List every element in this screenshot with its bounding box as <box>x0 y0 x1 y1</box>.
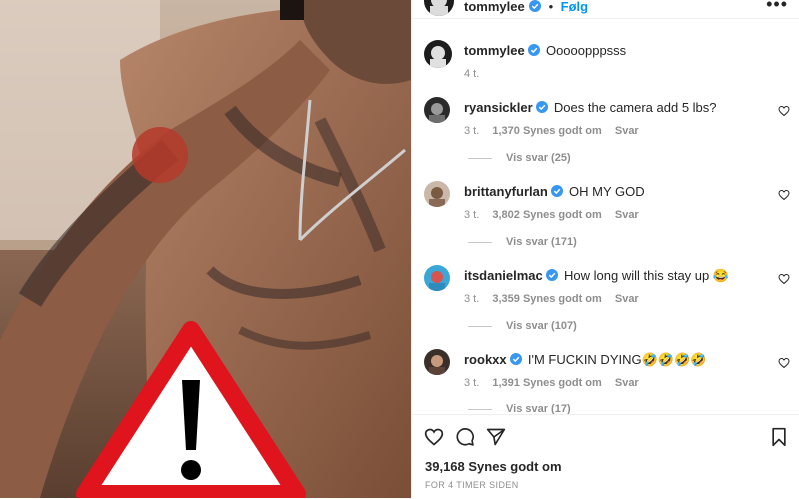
comment-text: Does the camera add 5 lbs? <box>553 100 717 115</box>
post-timestamp[interactable]: FOR 4 TIMER SIDEN <box>425 480 519 490</box>
comment-time[interactable]: 3 t. <box>464 125 479 137</box>
comment-item: ryansickler Does the camera add 5 lbs? 3… <box>412 97 799 177</box>
view-replies-label: Vis svar (107) <box>506 320 577 332</box>
comments-panel: tommylee • Følg ••• tommylee Ooooopppsss… <box>411 0 799 498</box>
verified-badge-icon <box>536 101 549 113</box>
bookmark-icon[interactable] <box>770 427 788 447</box>
comment-likes[interactable]: 1,391 Synes godt om <box>492 377 601 389</box>
comment-likes[interactable]: 3,359 Synes godt om <box>492 293 601 305</box>
comment-time[interactable]: 3 t. <box>464 377 479 389</box>
comment-avatar[interactable] <box>424 349 450 375</box>
comment-username[interactable]: ryansickler <box>464 100 533 115</box>
comment-text: OH MY GOD <box>569 184 645 199</box>
comment-item: itsdanielmac How long will this stay up … <box>412 265 799 345</box>
divider-line <box>468 408 492 410</box>
comment-like-heart-icon[interactable] <box>778 189 790 201</box>
comment-likes[interactable]: 3,802 Synes godt om <box>492 209 601 221</box>
comment-time[interactable]: 3 t. <box>464 209 479 221</box>
caption-avatar[interactable] <box>424 40 452 68</box>
comment-item: brittanyfurlan OH MY GOD 3 t. 3,802 Syne… <box>412 181 799 261</box>
view-replies-label: Vis svar (25) <box>506 152 571 164</box>
comment-like-heart-icon[interactable] <box>778 357 790 369</box>
post-actions-bar: 39,168 Synes godt om FOR 4 TIMER SIDEN <box>412 414 799 499</box>
comment-like-heart-icon[interactable] <box>778 105 790 117</box>
post-image[interactable] <box>0 0 411 498</box>
comment-text: How long will this stay up 😂 <box>564 268 730 283</box>
caption-time[interactable]: 4 t. <box>464 68 479 80</box>
reply-button[interactable]: Svar <box>615 293 639 305</box>
comment-avatar[interactable] <box>424 265 450 291</box>
view-replies-label: Vis svar (17) <box>506 403 571 414</box>
post-header: tommylee • Følg ••• <box>412 0 799 19</box>
comment-text: I'M FUCKIN DYING🤣🤣🤣🤣 <box>527 352 707 367</box>
verified-badge-icon <box>546 269 559 281</box>
header-separator: • <box>548 0 554 14</box>
reply-button[interactable]: Svar <box>615 125 639 137</box>
post-photo-illustration <box>0 0 411 498</box>
caption-text: Ooooopppsss <box>545 43 627 58</box>
header-avatar[interactable] <box>424 0 454 16</box>
view-replies-button[interactable]: Vis svar (17) <box>468 403 571 414</box>
view-replies-button[interactable]: Vis svar (25) <box>468 152 571 164</box>
verified-badge-icon <box>510 353 523 365</box>
comment-username[interactable]: brittanyfurlan <box>464 184 548 199</box>
caption-username[interactable]: tommylee <box>464 43 525 58</box>
follow-button[interactable]: Følg <box>561 0 588 14</box>
comment-username[interactable]: itsdanielmac <box>464 268 543 283</box>
comment-avatar[interactable] <box>424 97 450 123</box>
verified-badge-icon <box>529 0 542 12</box>
comment-time[interactable]: 3 t. <box>464 293 479 305</box>
comment-username[interactable]: rookxx <box>464 352 507 367</box>
divider-line <box>468 157 492 159</box>
comment-item: rookxx I'M FUCKIN DYING🤣🤣🤣🤣 3 t. 1,391 S… <box>412 349 799 414</box>
paper-plane-icon[interactable] <box>486 427 506 447</box>
more-options-icon[interactable]: ••• <box>766 0 788 15</box>
divider-line <box>468 325 492 327</box>
caption: tommylee Ooooopppsss 4 t. <box>412 40 799 90</box>
comment-likes[interactable]: 1,370 Synes godt om <box>492 125 601 137</box>
verified-badge-icon <box>528 44 541 56</box>
view-replies-label: Vis svar (171) <box>506 236 577 248</box>
divider-line <box>468 241 492 243</box>
heart-outline-icon[interactable] <box>424 427 444 447</box>
reply-button[interactable]: Svar <box>615 377 639 389</box>
post-like-count[interactable]: 39,168 Synes godt om <box>425 459 562 474</box>
header-username[interactable]: tommylee <box>464 0 525 14</box>
comment-bubble-icon[interactable] <box>455 427 475 447</box>
verified-badge-icon <box>551 185 564 197</box>
view-replies-button[interactable]: Vis svar (107) <box>468 320 577 332</box>
reply-button[interactable]: Svar <box>615 209 639 221</box>
comment-avatar[interactable] <box>424 181 450 207</box>
comment-like-heart-icon[interactable] <box>778 273 790 285</box>
view-replies-button[interactable]: Vis svar (171) <box>468 236 577 248</box>
